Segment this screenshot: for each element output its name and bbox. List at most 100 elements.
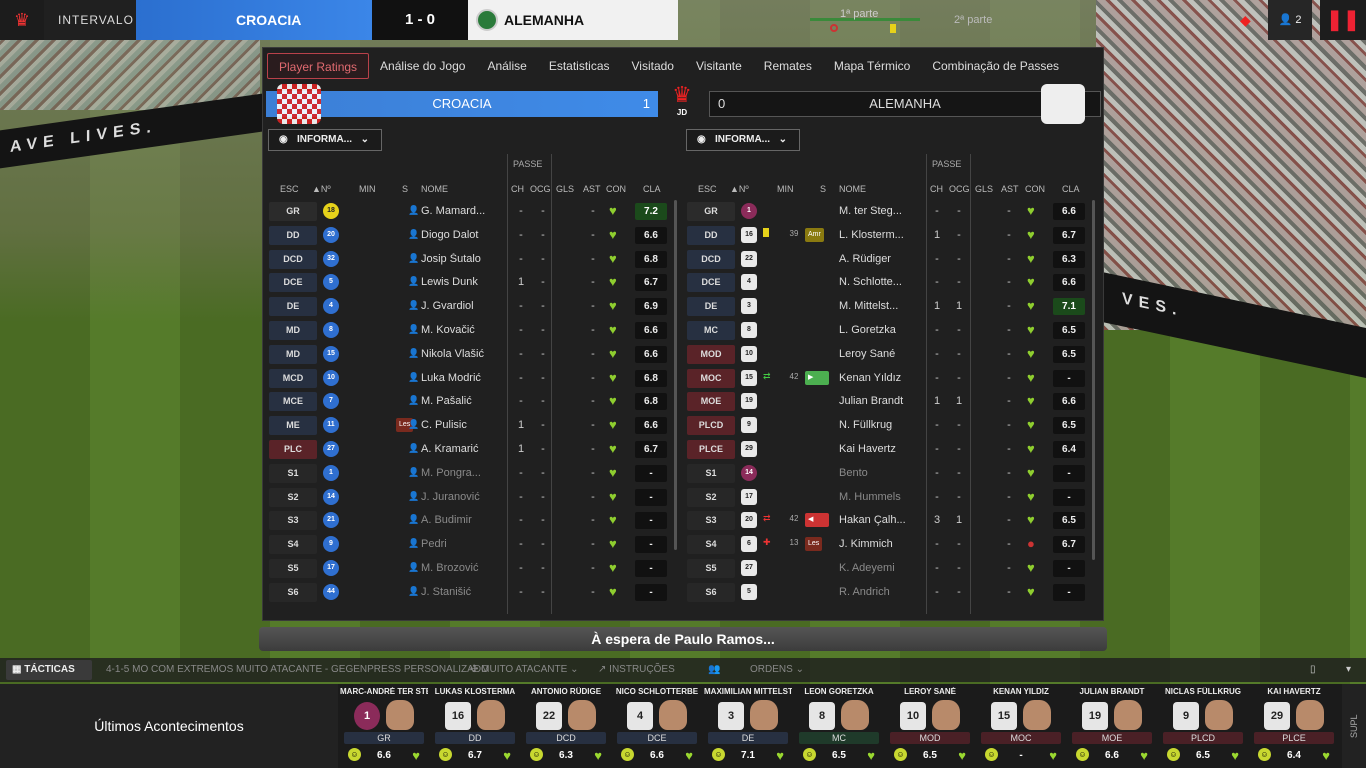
player-row[interactable]: S3 21 👤 A. Budimir - - - ♥ - bbox=[263, 509, 673, 533]
away-hdr-cla[interactable]: CLA bbox=[1062, 184, 1080, 194]
player-row[interactable]: DD 20 👤 Diogo Dalot - - - ♥ 6.6 bbox=[263, 224, 673, 248]
home-hdr-num[interactable]: ▲Nº bbox=[312, 184, 331, 194]
home-hdr-min[interactable]: MIN bbox=[359, 184, 376, 194]
player-name[interactable]: A. Budimir bbox=[421, 514, 505, 526]
away-hdr-ch[interactable]: CH bbox=[930, 184, 943, 194]
player-row[interactable]: S6 5 R. Andrich - - - ♥ - bbox=[681, 581, 1091, 605]
player-name[interactable]: M. Brozović bbox=[421, 562, 505, 574]
viewers-button[interactable]: 👤 2 bbox=[1268, 0, 1312, 40]
player-name[interactable]: R. Andrich bbox=[839, 586, 923, 598]
player-name[interactable]: Lewis Dunk bbox=[421, 276, 505, 288]
home-info-dropdown[interactable]: ◉ INFORMA... ⌄ bbox=[268, 129, 382, 151]
home-hdr-gls[interactable]: GLS bbox=[556, 184, 574, 194]
player-name[interactable]: Pedri bbox=[421, 538, 505, 550]
player-name[interactable]: M. Pongra... bbox=[421, 467, 505, 479]
player-card[interactable]: ANTONIO RÜDIGE 22 DCD ☺ 6.3 ♥ bbox=[522, 684, 610, 768]
player-row[interactable]: MC 8 L. Goretzka - - - ♥ 6.5 bbox=[681, 319, 1091, 343]
home-hdr-ast[interactable]: AST bbox=[583, 184, 601, 194]
player-row[interactable]: DCE 5 👤 Lewis Dunk 1 - - ♥ 6.7 bbox=[263, 271, 673, 295]
player-name[interactable]: Bento bbox=[839, 467, 923, 479]
tab-2[interactable]: Análise bbox=[476, 53, 537, 79]
tab-7[interactable]: Mapa Térmico bbox=[823, 53, 921, 79]
player-name[interactable]: Luka Modrić bbox=[421, 372, 505, 384]
player-row[interactable]: MD 15 👤 Nikola Vlašić - - - ♥ 6.6 bbox=[263, 343, 673, 367]
pause-button[interactable]: ❚❚ bbox=[1320, 0, 1366, 40]
tab-1[interactable]: Análise do Jogo bbox=[369, 53, 476, 79]
formation-label[interactable]: 4-1-5 MO COM EXTREMOS MUITO ATACANTE - G… bbox=[106, 658, 489, 682]
player-row[interactable]: DE 3 M. Mittelst... 1 1 - ♥ 7.1 bbox=[681, 295, 1091, 319]
player-row[interactable]: MOD 10 Leroy Sané - - - ♥ 6.5 bbox=[681, 343, 1091, 367]
tab-6[interactable]: Remates bbox=[753, 53, 823, 79]
player-card[interactable]: KAI HAVERTZ 29 PLCE ☺ 6.4 ♥ bbox=[1250, 684, 1338, 768]
away-hdr-nome[interactable]: NOME bbox=[839, 184, 866, 194]
player-name[interactable]: C. Pulisic bbox=[421, 419, 505, 431]
tactics-button[interactable]: ▦ TÁCTICAS bbox=[6, 660, 92, 680]
player-name[interactable]: M. ter Steg... bbox=[839, 205, 923, 217]
home-scrollbar[interactable] bbox=[674, 200, 677, 550]
home-hdr-ocg[interactable]: OCG bbox=[530, 184, 551, 194]
player-name[interactable]: M. Hummels bbox=[839, 491, 923, 503]
subs-tab[interactable]: SUPL bbox=[1342, 684, 1366, 768]
player-card[interactable]: LUKAS KLOSTERMA 16 DD ☺ 6.7 ♥ bbox=[431, 684, 519, 768]
tab-4[interactable]: Visitado bbox=[621, 53, 685, 79]
tab-5[interactable]: Visitante bbox=[685, 53, 753, 79]
player-name[interactable]: J. Juranović bbox=[421, 491, 505, 503]
away-hdr-min[interactable]: MIN bbox=[777, 184, 794, 194]
player-name[interactable]: A. Kramarić bbox=[421, 443, 505, 455]
player-card[interactable]: KENAN YILDIZ 15 MOC ☺ - ♥ bbox=[977, 684, 1065, 768]
player-row[interactable]: DD 16 39 Amr L. Klosterm... 1 - - ♥ 6.7 bbox=[681, 224, 1091, 248]
player-card[interactable]: LEROY SANÉ 10 MOD ☺ 6.5 ♥ bbox=[886, 684, 974, 768]
player-row[interactable]: DCD 32 👤 Josip Šutalo - - - ♥ 6.8 bbox=[263, 248, 673, 272]
player-name[interactable]: Josip Šutalo bbox=[421, 253, 505, 265]
player-name[interactable]: K. Adeyemi bbox=[839, 562, 923, 574]
tab-3[interactable]: Estatisticas bbox=[538, 53, 621, 79]
player-name[interactable]: G. Mamard... bbox=[421, 205, 505, 217]
orders-dropdown[interactable]: ORDENS ⌄ bbox=[750, 658, 804, 682]
players-icon[interactable]: 👥 bbox=[708, 658, 720, 682]
player-name[interactable]: Diogo Dalot bbox=[421, 229, 505, 241]
collapse-icon[interactable]: ▾ bbox=[1346, 658, 1351, 682]
player-row[interactable]: S4 6 13 Les ✚ J. Kimmich - - - ● 6.7 bbox=[681, 533, 1091, 557]
player-card[interactable]: MAXIMILIAN MITTELST 3 DE ☺ 7.1 ♥ bbox=[704, 684, 792, 768]
player-row[interactable]: S1 14 Bento - - - ♥ - bbox=[681, 462, 1091, 486]
tab-0[interactable]: Player Ratings bbox=[267, 53, 370, 79]
away-info-dropdown[interactable]: ◉ INFORMA... ⌄ bbox=[686, 129, 800, 151]
away-hdr-gls[interactable]: GLS bbox=[975, 184, 993, 194]
player-name[interactable]: J. Stanišić bbox=[421, 586, 505, 598]
player-card[interactable]: NICLAS FÜLLKRUG 9 PLCD ☺ 6.5 ♥ bbox=[1159, 684, 1247, 768]
player-row[interactable]: ME 11 Les 👤 C. Pulisic 1- - ♥ 6.6 bbox=[263, 414, 673, 438]
player-row[interactable]: GR 18 👤 G. Mamard... - - - ♥ 7.2 bbox=[263, 200, 673, 224]
player-name[interactable]: N. Schlotte... bbox=[839, 276, 923, 288]
player-row[interactable]: S1 1 👤 M. Pongra... - - - ♥ - bbox=[263, 462, 673, 486]
away-hdr-esc[interactable]: ESC bbox=[698, 184, 717, 194]
player-name[interactable]: N. Füllkrug bbox=[839, 419, 923, 431]
player-card[interactable]: NICO SCHLOTTERBE 4 DCE ☺ 6.6 ♥ bbox=[613, 684, 701, 768]
away-hdr-ast[interactable]: AST bbox=[1001, 184, 1019, 194]
home-hdr-nome[interactable]: NOME bbox=[421, 184, 448, 194]
player-name[interactable]: A. Rüdiger bbox=[839, 253, 923, 265]
away-hdr-num[interactable]: ▲Nº bbox=[730, 184, 749, 194]
player-name[interactable]: M. Mittelst... bbox=[839, 300, 923, 312]
player-name[interactable]: Julian Brandt bbox=[839, 395, 923, 407]
player-row[interactable]: PLCD 9 N. Füllkrug - - - ♥ 6.5 bbox=[681, 414, 1091, 438]
player-row[interactable]: S4 9 👤 Pedri - - - ♥ - bbox=[263, 533, 673, 557]
player-row[interactable]: MOC 15 42 ⇄ ▶ Kenan Yıldız - - - ♥ - bbox=[681, 367, 1091, 391]
player-row[interactable]: PLCE 29 Kai Havertz - - - ♥ 6.4 bbox=[681, 438, 1091, 462]
player-row[interactable]: GR 1 M. ter Steg... - - - ♥ 6.6 bbox=[681, 200, 1091, 224]
away-hdr-con[interactable]: CON bbox=[1025, 184, 1045, 194]
tab-8[interactable]: Combinação de Passes bbox=[921, 53, 1070, 79]
home-hdr-esc[interactable]: ESC bbox=[280, 184, 299, 194]
player-name[interactable]: Leroy Sané bbox=[839, 348, 923, 360]
player-row[interactable]: S3 20 42 ⇄ ◀ Hakan Çalh... 3 1 - ♥ 6.5 bbox=[681, 509, 1091, 533]
player-name[interactable]: Hakan Çalh... bbox=[839, 514, 923, 526]
player-name[interactable]: L. Goretzka bbox=[839, 324, 923, 336]
player-name[interactable]: J. Gvardiol bbox=[421, 300, 505, 312]
player-card[interactable]: JULIAN BRANDT 19 MOE ☺ 6.6 ♥ bbox=[1068, 684, 1156, 768]
home-hdr-s[interactable]: S bbox=[402, 184, 408, 194]
player-name[interactable]: Nikola Vlašić bbox=[421, 348, 505, 360]
player-row[interactable]: DCE 4 N. Schlotte... - - - ♥ 6.6 bbox=[681, 271, 1091, 295]
home-hdr-cla[interactable]: CLA bbox=[643, 184, 661, 194]
match-timeline[interactable]: 1ª parte bbox=[800, 6, 940, 34]
player-row[interactable]: MCD 10 👤 Luka Modrić - - - ♥ 6.8 bbox=[263, 367, 673, 391]
mentality-dropdown[interactable]: ✣ MUITO ATACANTE ⌄ bbox=[470, 658, 578, 682]
